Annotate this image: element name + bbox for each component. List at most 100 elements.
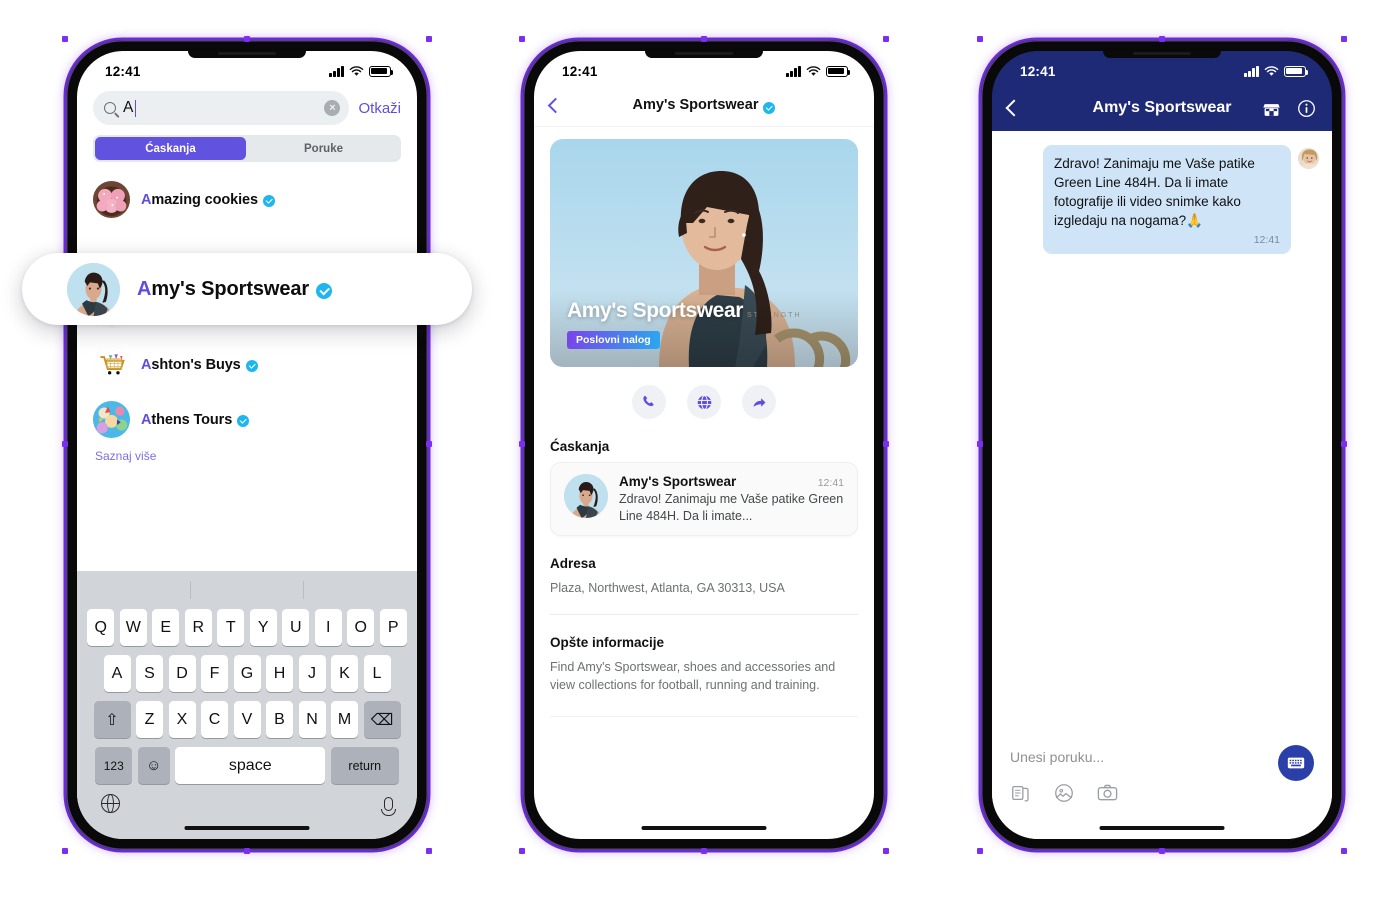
learn-more-link[interactable]: Saznaj više — [93, 447, 417, 463]
list-item-label: Ashton's Buys — [141, 357, 258, 373]
search-input[interactable]: A × — [93, 91, 350, 125]
address-value: Plaza, Northwest, Atlanta, GA 30313, USA — [550, 581, 785, 595]
key-s[interactable]: S — [136, 655, 163, 692]
list-item-label: Amazing cookies — [141, 192, 275, 208]
verified-badge-icon — [763, 101, 776, 114]
key-o[interactable]: O — [347, 609, 375, 646]
website-button[interactable] — [687, 385, 721, 419]
key-r[interactable]: R — [184, 609, 212, 646]
cancel-button[interactable]: Otkaži — [358, 100, 401, 117]
chat-message-list: Zdravo! Zanimaju me Vaše patike Green Li… — [992, 131, 1332, 839]
chat-preview-card[interactable]: Amy's Sportswear 12:41 Zdravo! Zanimaju … — [550, 462, 858, 536]
search-row: A × Otkaži — [77, 85, 417, 133]
key-q[interactable]: Q — [87, 609, 115, 646]
key-e[interactable]: E — [152, 609, 180, 646]
return-key[interactable]: return — [330, 747, 399, 784]
home-indicator — [641, 825, 767, 830]
page-title: Amy's Sportswear — [534, 97, 874, 114]
phone-screen: 12:41 Amy's Sportswear — [534, 51, 874, 839]
search-value: A — [123, 99, 317, 117]
verified-badge-icon — [262, 194, 275, 207]
key-h[interactable]: H — [266, 655, 293, 692]
key-p[interactable]: P — [379, 609, 407, 646]
keyboard-button[interactable] — [1278, 745, 1314, 781]
key-t[interactable]: T — [217, 609, 245, 646]
avatar — [93, 181, 130, 218]
tab-bar: Ćaskanja Poruke — [93, 135, 401, 162]
key-b[interactable]: B — [266, 701, 293, 738]
document-icon[interactable] — [1010, 782, 1032, 804]
section-title-general: Opšte informacije — [550, 635, 665, 651]
message-bubble[interactable]: Zdravo! Zanimaju me Vaše patike Green Li… — [1043, 145, 1291, 254]
notch — [1103, 51, 1221, 58]
camera-icon[interactable] — [1096, 781, 1119, 804]
numbers-key[interactable]: 123 — [95, 747, 133, 784]
key-w[interactable]: W — [119, 609, 147, 646]
key-y[interactable]: Y — [249, 609, 277, 646]
hero-title: Amy's Sportswear — [567, 299, 743, 322]
key-k[interactable]: K — [331, 655, 358, 692]
key-i[interactable]: I — [314, 609, 342, 646]
globe-icon — [697, 394, 711, 410]
home-indicator — [1099, 825, 1225, 830]
composer-actions — [1010, 781, 1314, 804]
backspace-key[interactable]: ⌫ — [363, 701, 401, 738]
avatar — [564, 474, 608, 518]
message-input[interactable]: Unesi poruku... — [1010, 749, 1314, 765]
cellular-signal-icon — [786, 65, 801, 77]
status-time: 12:41 — [1020, 63, 1056, 79]
list-item[interactable]: Athens Tours — [93, 392, 417, 447]
verified-badge-icon — [316, 282, 333, 299]
share-button[interactable] — [742, 385, 776, 419]
gallery-icon[interactable] — [1053, 782, 1075, 804]
key-l[interactable]: L — [363, 655, 391, 692]
key-m[interactable]: M — [331, 701, 358, 738]
key-c[interactable]: C — [201, 701, 228, 738]
keyboard-row-4: 123 ☺ space return — [77, 747, 417, 784]
notch — [188, 51, 306, 58]
key-d[interactable]: D — [168, 655, 196, 692]
phone-icon — [643, 395, 654, 407]
phone-frame: 12:41 Amy's Sportswear — [981, 40, 1343, 850]
back-chevron-icon[interactable] — [547, 97, 564, 114]
chat-card-time: 12:41 — [817, 477, 844, 489]
emoji-key[interactable]: ☺ — [137, 747, 170, 784]
phone-screen: 12:41 A × Otkaži Ćaskanja Poruke Amazing… — [77, 51, 417, 839]
list-item[interactable]: Ashton's Buys — [93, 337, 417, 392]
storefront-icon[interactable] — [1262, 99, 1281, 118]
space-key[interactable]: space — [175, 747, 326, 784]
key-g[interactable]: G — [233, 655, 261, 692]
info-circle-icon[interactable] — [1297, 99, 1316, 118]
key-f[interactable]: F — [201, 655, 228, 692]
call-button[interactable] — [632, 385, 666, 419]
highlighted-result-card[interactable]: Amy's Sportswear — [22, 253, 472, 325]
phone-chat: 12:41 Amy's Sportswear Zdravo! Zanimaju … — [977, 36, 1347, 854]
key-n[interactable]: N — [298, 701, 326, 738]
status-icons — [786, 65, 851, 77]
clear-icon[interactable]: × — [324, 100, 341, 116]
phone-frame: 12:41 Amy's Sportswear — [523, 40, 885, 850]
key-a[interactable]: A — [103, 655, 131, 692]
verified-badge-icon — [237, 414, 250, 427]
phone-search: 12:41 A × Otkaži Ćaskanja Poruke Amazing… — [22, 36, 472, 854]
keyboard-row-2: A S D F G H J K L — [77, 655, 417, 692]
phone-frame: 12:41 A × Otkaži Ćaskanja Poruke Amazing… — [66, 40, 428, 850]
key-u[interactable]: U — [282, 609, 310, 646]
share-arrow-icon — [753, 397, 765, 407]
key-x[interactable]: X — [168, 701, 196, 738]
notch — [645, 51, 763, 58]
wifi-icon — [1264, 65, 1279, 76]
keyboard-row-1: Q W E R T Y U I O P — [77, 609, 417, 646]
key-z[interactable]: Z — [136, 701, 163, 738]
battery-icon — [826, 65, 851, 77]
tab-chats[interactable]: Ćaskanja — [95, 137, 246, 160]
business-badge: Poslovni nalog — [567, 331, 660, 349]
key-v[interactable]: V — [233, 701, 261, 738]
tab-messages[interactable]: Poruke — [248, 137, 399, 160]
shift-key[interactable]: ⇧ — [93, 701, 131, 738]
list-item[interactable]: Amazing cookies — [93, 172, 417, 227]
microphone-icon[interactable] — [381, 796, 396, 816]
key-j[interactable]: J — [298, 655, 326, 692]
prediction-bar — [77, 571, 417, 609]
globe-icon[interactable] — [101, 794, 120, 813]
